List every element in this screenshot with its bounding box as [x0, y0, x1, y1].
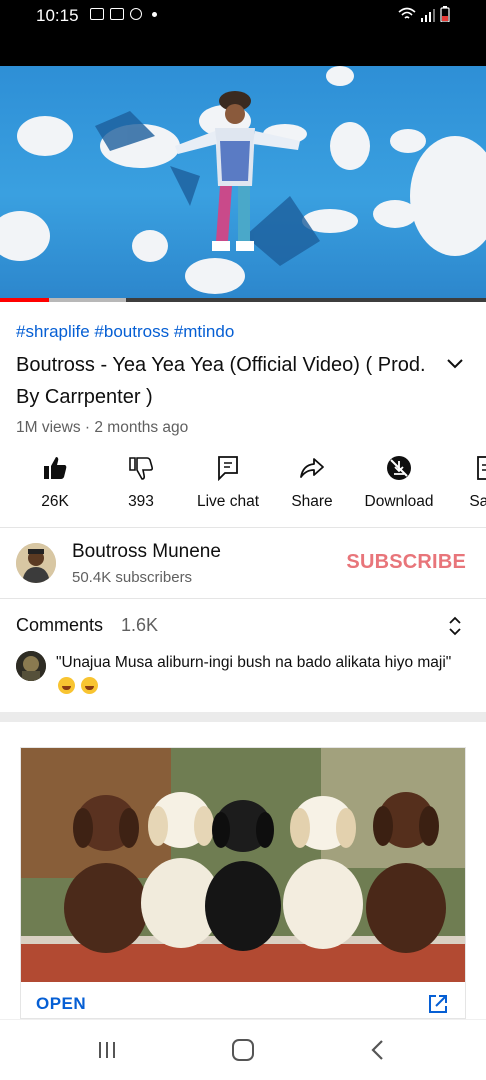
download-label: Download: [364, 493, 434, 510]
notification-icons: [90, 8, 157, 20]
share-label: Share: [291, 493, 333, 510]
subscribe-button[interactable]: SUBSCRIBE: [346, 551, 466, 574]
ad-image[interactable]: [21, 748, 465, 982]
download-disabled-icon: [387, 456, 411, 480]
chevron-down-icon[interactable]: [444, 353, 466, 375]
channel-avatar[interactable]: [16, 543, 56, 583]
like-button[interactable]: 26K: [30, 455, 80, 521]
video-title[interactable]: Boutross - Yea Yea Yea (Official Video) …: [16, 349, 426, 413]
back-icon[interactable]: [370, 1039, 386, 1061]
like-count: 26K: [41, 493, 69, 510]
youtube-icon: [110, 8, 124, 20]
save-label: Save: [469, 493, 486, 510]
ad-card[interactable]: OPEN: [20, 747, 466, 1019]
home-icon[interactable]: [232, 1039, 254, 1061]
thumbs-up-icon: [44, 457, 67, 479]
view-count: 1M views · 2 months ago: [16, 419, 189, 436]
thumbs-down-icon: [129, 457, 154, 480]
ad-open-button[interactable]: OPEN: [36, 994, 86, 1014]
progress-played: [0, 298, 49, 302]
status-time: 10:15: [36, 6, 79, 25]
section-separator: [0, 712, 486, 722]
wifi-icon: [398, 7, 416, 19]
signal-icon: [421, 9, 435, 22]
download-button[interactable]: Download: [358, 455, 440, 521]
puppy-cream-2: [283, 796, 363, 949]
gallery-icon: [90, 8, 104, 20]
video-hashtags[interactable]: #shraplife #boutross #mtindo: [16, 322, 234, 342]
divider: [0, 598, 486, 599]
video-player[interactable]: [0, 32, 486, 302]
dislike-button[interactable]: 393: [116, 455, 166, 521]
laughing-emoji-icon: [58, 677, 75, 694]
top-comment[interactable]: "Unajua Musa aliburn-ingi bush na bado a…: [56, 651, 456, 699]
share-icon: [300, 458, 324, 478]
more-notifications-icon: [152, 11, 157, 17]
chat-icon: [218, 456, 238, 481]
video-thumbnail: [0, 66, 486, 294]
puppy-black: [205, 800, 281, 951]
laughing-emoji-icon: [81, 677, 99, 694]
status-bar: 10:15: [0, 0, 486, 32]
live-chat-label: Live chat: [196, 493, 260, 510]
video-frame[interactable]: [0, 66, 486, 300]
expand-comments-icon[interactable]: [444, 614, 466, 638]
live-chat-button[interactable]: Live chat: [190, 455, 266, 521]
system-nav-bar: [0, 1019, 486, 1080]
video-progress-bar[interactable]: [0, 298, 486, 302]
share-button[interactable]: Share: [284, 455, 340, 521]
battery-icon: [440, 6, 450, 22]
subscriber-count: 50.4K subscribers: [72, 569, 193, 586]
external-link-icon[interactable]: [427, 993, 449, 1015]
dislike-count: 393: [128, 493, 154, 510]
system-icons: [398, 6, 450, 22]
save-button[interactable]: Save: [462, 455, 486, 521]
save-playlist-icon: [477, 456, 486, 480]
commenter-avatar[interactable]: [16, 651, 46, 681]
comments-label[interactable]: Comments: [16, 615, 103, 636]
channel-name[interactable]: Boutross Munene: [72, 541, 221, 563]
divider: [0, 527, 486, 528]
recent-apps-icon[interactable]: [97, 1041, 117, 1059]
comments-count: 1.6K: [121, 615, 159, 635]
top-comment-text: "Unajua Musa aliburn-ingi bush na bado a…: [56, 654, 452, 671]
action-bar: 26K 393 Live chat Share Download Sa: [0, 455, 486, 523]
sync-icon: [130, 8, 142, 20]
